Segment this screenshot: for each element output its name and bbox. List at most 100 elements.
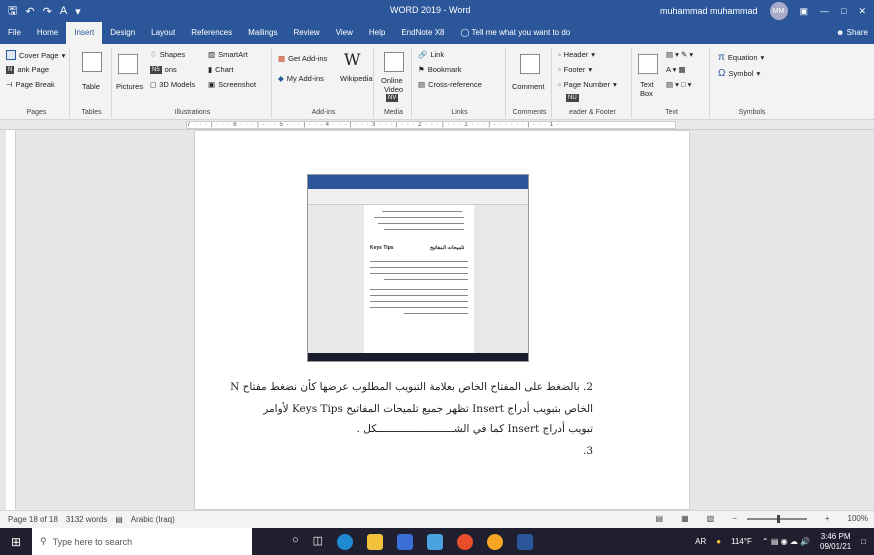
comment-icon[interactable] [520,54,540,74]
screenshot-button[interactable]: ▣ Screenshot [208,80,256,89]
table-icon[interactable] [82,52,102,72]
redo-icon[interactable]: ↷ [43,5,52,18]
zoom-in-icon[interactable]: + [825,514,830,523]
tab-endnote[interactable]: EndNote X8 [393,22,452,44]
embedded-screenshot[interactable]: Keys Tips تلميحات المفاتيح [307,174,529,362]
cross-reference-button[interactable]: ▤ Cross-reference [418,80,482,89]
print-layout-icon[interactable]: ▦ [681,514,689,523]
tray-icons[interactable]: ⌃ ▤ ◉ ☁ 🔊 [762,537,810,546]
paragraph-line-3: تبويب أدراج Insert كما في الشـــــــــــ… [356,423,593,435]
3d-models-button[interactable]: ◻ 3D Models [150,80,195,89]
language-indicator[interactable]: Arabic (Iraq) [131,515,175,524]
text-box-icon[interactable] [638,54,658,74]
read-mode-icon[interactable]: ▤ [656,514,664,523]
quick-parts-icon[interactable]: ▤ ▾ ✎ ▾ [666,50,693,59]
windows-start-icon[interactable]: ⊞ [0,535,32,549]
tab-file[interactable]: File [0,22,29,44]
bookmark-button[interactable]: ⚑ Bookmark [418,65,462,74]
group-label: Symbols [738,109,766,116]
link-button[interactable]: 🔗 Link [418,50,444,59]
maximize-icon[interactable]: □ [841,6,846,16]
header-button[interactable]: ▫ Header ▾ [558,50,595,59]
wikipedia-icon[interactable]: W [344,50,360,69]
photos-icon[interactable] [427,533,444,550]
tab-mailings[interactable]: Mailings [240,22,285,44]
pictures-button[interactable]: Pictures [116,82,143,91]
comment-button[interactable]: Comment [512,82,545,91]
tab-design[interactable]: Design [102,22,143,44]
tab-view[interactable]: View [328,22,361,44]
link-label: Link [430,50,445,59]
word-app-icon[interactable] [517,533,534,550]
customize-icon[interactable]: ▾ [75,5,81,18]
online-video-label-2[interactable]: Video [384,85,403,94]
edge-icon[interactable] [337,533,354,550]
word-count[interactable]: 3132 words [66,515,107,524]
weather-icon[interactable]: ● [716,537,721,546]
tell-me-search[interactable]: ◯ Tell me what you want to do [452,22,578,44]
equation-label: Equation [727,53,758,62]
tab-references[interactable]: References [183,22,240,44]
footer-icon: ▫ [558,65,561,74]
get-addins-button[interactable]: ▦ Get Add-ins [278,54,327,63]
store-icon[interactable] [397,533,414,550]
table-button[interactable]: Table [82,82,100,91]
zoom-out-icon[interactable]: − [732,514,737,523]
zoom-slider[interactable] [746,514,807,523]
online-video-label-1[interactable]: Online [381,76,403,85]
blank-page-button[interactable]: Nank Page [6,65,49,74]
icons-button[interactable]: N5 ons [150,65,177,74]
task-view-icon[interactable]: ◫ [313,534,323,550]
document-page[interactable]: Keys Tips تلميحات المفاتيح 2. بالضغط على… [194,130,690,510]
close-icon[interactable]: ✕ [858,6,866,17]
chart-button[interactable]: ▮ Chart [208,65,233,74]
chart-icon: ▮ [208,65,213,74]
tab-help[interactable]: Help [361,22,393,44]
wordart-icon[interactable]: A ▾ ▦ [666,65,686,74]
online-video-icon[interactable] [384,52,404,72]
zoom-level[interactable]: 100% [848,514,868,523]
tab-review[interactable]: Review [285,22,327,44]
office-icon[interactable] [457,533,474,550]
symbol-button[interactable]: Ω Symbol ▾ [718,68,760,79]
web-layout-icon[interactable]: ▧ [707,514,715,523]
ribbon-display-icon[interactable]: ▣ [800,6,809,17]
page-number-button[interactable]: ▫ Page Number ▾ [558,80,617,89]
minimize-icon[interactable]: — [820,6,829,16]
clock[interactable]: 3:46 PM 09/01/21 [820,532,851,552]
wikipedia-button[interactable]: Wikipedia [340,74,373,83]
save-icon[interactable]: 🖫 [8,2,17,21]
chrome-icon[interactable] [487,533,504,550]
undo-icon[interactable]: ↶ [25,5,34,18]
smartart-button[interactable]: ▧ SmartArt [208,50,248,59]
page-number-label: Page Number [563,80,610,89]
shapes-button[interactable]: ♢ Shapes [150,50,185,59]
cover-page-button[interactable]: Cover Page ▾ [6,50,65,60]
ruler-scale: 7 · · · | · · · 6 · · · | · · · 5 · · · … [186,121,676,129]
status-bar: Page 18 of 18 3132 words ▤ Arabic (Iraq)… [0,510,874,528]
cortana-icon[interactable]: ○ [292,534,299,550]
input-language[interactable]: AR [695,537,706,546]
tab-layout[interactable]: Layout [143,22,183,44]
footer-button[interactable]: ▫ Footer ▾ [558,65,592,74]
font-color-icon[interactable]: A [60,5,67,17]
tab-home[interactable]: Home [29,22,66,44]
weather-temp[interactable]: 114°F [731,537,752,546]
file-explorer-icon[interactable] [367,533,384,550]
user-name: muhammad muhammad [659,6,758,16]
equation-button[interactable]: π Equation ▾ [718,52,764,63]
pictures-icon[interactable] [118,54,138,74]
proofing-icon[interactable]: ▤ [115,515,123,524]
my-addins-button[interactable]: ◆ My Add-ins [278,74,324,83]
share-button[interactable]: ☻ Share [836,22,868,44]
text-box-label-2[interactable]: Box [640,89,653,98]
page-count[interactable]: Page 18 of 18 [8,515,58,524]
tab-insert[interactable]: Insert [66,22,103,44]
notifications-icon[interactable]: □ [861,537,866,546]
text-box-label-1[interactable]: Text [640,80,654,89]
drop-cap-icon[interactable]: ▤ ▾ □ ▾ [666,80,691,89]
page-break-button[interactable]: ⊣ Page Break [6,80,55,89]
avatar[interactable]: MM [769,2,788,20]
footer-label: Footer [563,65,586,74]
taskbar-search[interactable]: ⚲ Type here to search [32,528,252,555]
